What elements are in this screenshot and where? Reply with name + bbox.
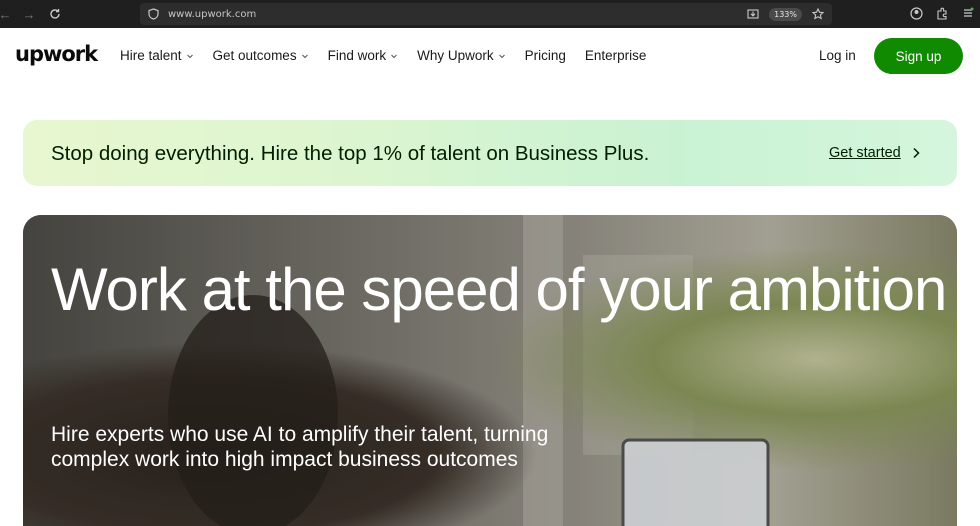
get-started-link[interactable]: Get started: [829, 145, 921, 161]
upwork-logo[interactable]: upwork: [15, 42, 98, 66]
nav-label: Pricing: [524, 48, 566, 63]
nav-label: Get outcomes: [212, 48, 297, 63]
nav-label: Find work: [327, 48, 387, 63]
install-app-icon[interactable]: [745, 6, 761, 22]
nav-enterprise[interactable]: Enterprise: [585, 48, 647, 63]
chevron-right-icon: [913, 147, 920, 159]
menu-icon[interactable]: [960, 5, 976, 21]
nav-why-upwork[interactable]: Why Upwork: [417, 48, 506, 63]
site-info-icon[interactable]: [146, 7, 160, 21]
get-started-label: Get started: [829, 145, 901, 161]
browser-toolbar: ← → www.upwork.com 133%: [0, 0, 980, 28]
url-text[interactable]: www.upwork.com: [168, 9, 256, 20]
nav-label: Why Upwork: [417, 48, 494, 63]
nav-hire-talent[interactable]: Hire talent: [120, 48, 194, 63]
nav-label: Hire talent: [120, 48, 182, 63]
nav-find-work[interactable]: Find work: [328, 48, 399, 63]
address-bar[interactable]: www.upwork.com 133%: [140, 3, 832, 25]
main-nav: Hire talent Get outcomes Find work Why U…: [120, 48, 665, 63]
chevron-down-icon: [391, 54, 397, 58]
profile-icon[interactable]: [908, 5, 924, 21]
bookmark-star-icon[interactable]: [810, 6, 826, 22]
signup-button[interactable]: Sign up: [874, 38, 963, 74]
chevron-down-icon: [186, 54, 193, 58]
promo-text: Stop doing everything. Hire the top 1% o…: [51, 142, 650, 165]
site-header: upwork Hire talent Get outcomes Find wor…: [0, 28, 980, 86]
promo-banner: Stop doing everything. Hire the top 1% o…: [23, 120, 957, 186]
chevron-down-icon: [498, 54, 505, 58]
chevron-down-icon: [301, 54, 308, 58]
forward-icon[interactable]: →: [18, 3, 40, 25]
hero-title: Work at the speed of your ambition: [51, 256, 947, 323]
login-link[interactable]: Log in: [819, 48, 856, 63]
back-icon[interactable]: ←: [0, 3, 12, 25]
hero-subtitle: Hire experts who use AI to amplify their…: [51, 423, 549, 471]
nav-get-outcomes[interactable]: Get outcomes: [213, 48, 309, 63]
zoom-level-badge[interactable]: 133%: [769, 7, 802, 21]
nav-pricing[interactable]: Pricing: [525, 48, 566, 63]
reload-icon[interactable]: [44, 3, 66, 25]
extensions-icon[interactable]: [934, 5, 950, 21]
hero-section: Work at the speed of your ambition Hire …: [23, 215, 957, 526]
nav-label: Enterprise: [584, 48, 647, 63]
